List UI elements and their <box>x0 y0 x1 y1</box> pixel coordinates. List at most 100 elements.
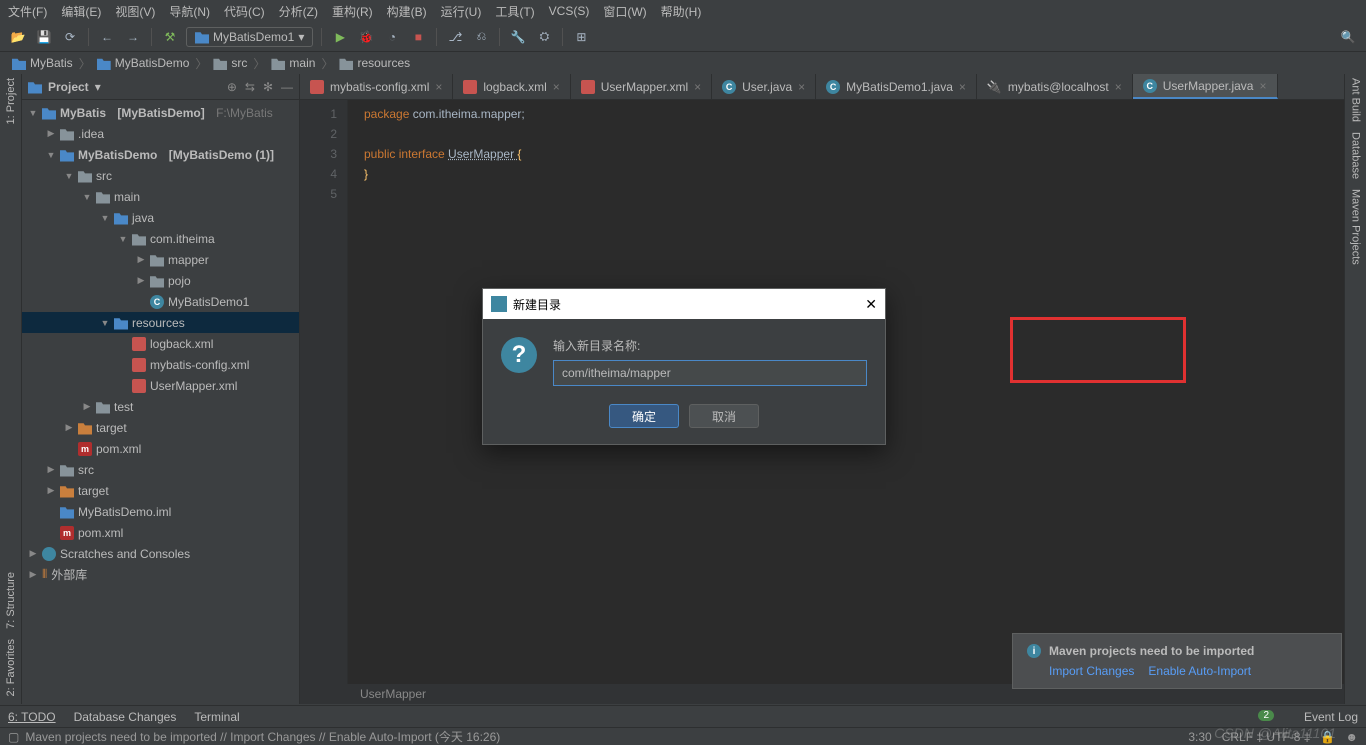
editor-tab[interactable]: logback.xml× <box>453 74 570 99</box>
git2-icon[interactable]: ⎌ <box>471 27 491 47</box>
save-icon[interactable]: 💾 <box>34 27 54 47</box>
database-tool-tab[interactable]: Database <box>1350 132 1362 179</box>
cancel-button[interactable]: 取消 <box>689 404 759 428</box>
structure-icon[interactable]: ⛭ <box>534 27 554 47</box>
db-icon: 🔌 <box>987 80 1002 94</box>
menu-item[interactable]: VCS(S) <box>549 4 590 18</box>
menu-item[interactable]: 编辑(E) <box>61 3 101 20</box>
status-bar: ▢ Maven projects need to be imported // … <box>0 727 1366 745</box>
menu-item[interactable]: 窗口(W) <box>603 3 646 20</box>
build-icon[interactable]: ⚒ <box>160 27 180 47</box>
terminal-tool-tab[interactable]: Terminal <box>194 710 239 724</box>
close-tab-icon[interactable]: × <box>798 80 805 94</box>
left-tool-gutter: 1: Project 7: Structure 2: Favorites <box>0 74 22 704</box>
dropdown-icon[interactable]: ▾ <box>95 80 101 94</box>
watermark: CSDN @Alita11101 <box>1214 725 1336 741</box>
git-icon[interactable]: ⎇ <box>445 27 465 47</box>
stop-icon[interactable]: ■ <box>408 27 428 47</box>
run-icon[interactable]: ▶ <box>330 27 350 47</box>
directory-name-input[interactable] <box>553 360 867 386</box>
module-icon <box>195 30 209 44</box>
event-log-tool-tab[interactable]: Event Log <box>1304 710 1358 724</box>
bottom-tool-bar: 6: TODO Database Changes Terminal Event … <box>0 705 1366 727</box>
question-icon: ? <box>501 337 537 373</box>
class-icon: C <box>826 80 840 94</box>
gear-icon[interactable]: ✻ <box>263 80 273 94</box>
sidebar-title: Project <box>48 80 89 94</box>
dialog-label: 输入新目录名称: <box>553 337 867 354</box>
editor-tabs: mybatis-config.xml×logback.xml×UserMappe… <box>300 74 1344 100</box>
hector-icon[interactable]: ☻ <box>1345 730 1358 744</box>
import-changes-link[interactable]: Import Changes <box>1049 664 1134 678</box>
nav-bar: MyBatis〉MyBatisDemo〉src〉main〉resources <box>0 52 1366 74</box>
close-tab-icon[interactable]: × <box>1115 80 1122 94</box>
breadcrumb-item[interactable]: MyBatis <box>8 56 77 70</box>
misc-icon[interactable]: ⊞ <box>571 27 591 47</box>
class-icon: C <box>1143 79 1157 93</box>
project-sidebar: Project ▾ ⊕ ⇆ ✻ — ▼MyBatis [MyBatisDemo]… <box>22 74 300 704</box>
new-directory-dialog: 新建目录 ✕ ? 输入新目录名称: 确定 取消 <box>482 288 886 445</box>
refresh-icon[interactable]: ⟳ <box>60 27 80 47</box>
xml-icon <box>581 80 595 94</box>
locate-icon[interactable]: ⊕ <box>227 80 237 94</box>
db-changes-tool-tab[interactable]: Database Changes <box>74 710 177 724</box>
editor-tab[interactable]: CUser.java× <box>712 74 816 99</box>
editor-tab[interactable]: UserMapper.xml× <box>571 74 712 99</box>
structure-tool-tab[interactable]: 7: Structure <box>5 572 17 629</box>
debug-icon[interactable]: 🐞 <box>356 27 376 47</box>
search-icon[interactable]: 🔍 <box>1338 27 1358 47</box>
enable-auto-import-link[interactable]: Enable Auto-Import <box>1148 664 1251 678</box>
hide-icon[interactable]: — <box>281 80 293 94</box>
back-icon[interactable]: ← <box>97 27 117 47</box>
close-icon[interactable]: ✕ <box>865 296 877 313</box>
menu-item[interactable]: 分析(Z) <box>279 3 318 20</box>
menu-item[interactable]: 重构(R) <box>332 3 373 20</box>
close-tab-icon[interactable]: × <box>694 80 701 94</box>
ant-tool-tab[interactable]: Ant Build <box>1350 78 1362 122</box>
menu-item[interactable]: 帮助(H) <box>661 3 702 20</box>
breadcrumb-item[interactable]: MyBatisDemo <box>93 56 194 70</box>
menu-item[interactable]: 代码(C) <box>224 3 265 20</box>
todo-tool-tab[interactable]: 6: TODO <box>8 710 56 724</box>
settings-icon[interactable]: 🔧 <box>508 27 528 47</box>
editor-tab[interactable]: mybatis-config.xml× <box>300 74 453 99</box>
open-icon[interactable]: 📂 <box>8 27 28 47</box>
menu-item[interactable]: 视图(V) <box>115 3 155 20</box>
dialog-title: 新建目录 <box>513 296 561 313</box>
favorites-tool-tab[interactable]: 2: Favorites <box>5 639 17 696</box>
app-icon <box>491 296 507 312</box>
breadcrumb-item[interactable]: resources <box>335 56 414 70</box>
info-icon: i <box>1027 644 1041 658</box>
run-config-selector[interactable]: MyBatisDemo1 ▾ <box>186 27 313 47</box>
project-tree[interactable]: ▼MyBatis [MyBatisDemo] F:\MyBatis ▶.idea… <box>22 100 299 704</box>
line-gutter: 12345 <box>300 100 348 684</box>
collapse-icon[interactable]: ⇆ <box>245 80 255 94</box>
menu-item[interactable]: 构建(B) <box>387 3 427 20</box>
menu-item[interactable]: 导航(N) <box>169 3 210 20</box>
project-tool-tab[interactable]: 1: Project <box>5 78 17 124</box>
menu-item[interactable]: 文件(F) <box>8 3 47 20</box>
menu-item[interactable]: 工具(T) <box>495 3 534 20</box>
project-icon <box>28 80 42 94</box>
xml-icon <box>463 80 477 94</box>
close-tab-icon[interactable]: × <box>553 80 560 94</box>
breadcrumb-item[interactable]: main <box>267 56 319 70</box>
editor-tab[interactable]: CUserMapper.java× <box>1133 74 1278 99</box>
dropdown-icon: ▾ <box>298 30 304 44</box>
status-icon: ▢ <box>8 730 19 744</box>
ok-button[interactable]: 确定 <box>609 404 679 428</box>
right-tool-gutter: Ant Build Database Maven Projects <box>1344 74 1366 704</box>
editor-tab[interactable]: 🔌mybatis@localhost× <box>977 74 1133 99</box>
menu-bar: 文件(F) 编辑(E) 视图(V) 导航(N) 代码(C) 分析(Z) 重构(R) 构建(B)… <box>0 0 1366 22</box>
maven-import-notification: i Maven projects need to be imported Imp… <box>1012 633 1342 689</box>
close-tab-icon[interactable]: × <box>435 80 442 94</box>
close-tab-icon[interactable]: × <box>1259 79 1266 93</box>
breadcrumb-item[interactable]: src <box>209 56 251 70</box>
forward-icon[interactable]: → <box>123 27 143 47</box>
menu-item[interactable]: 运行(U) <box>441 3 482 20</box>
close-tab-icon[interactable]: × <box>959 80 966 94</box>
maven-tool-tab[interactable]: Maven Projects <box>1350 189 1362 265</box>
xml-icon <box>310 80 324 94</box>
editor-tab[interactable]: CMyBatisDemo1.java× <box>816 74 977 99</box>
coverage-icon[interactable]: ◔ <box>382 27 402 47</box>
